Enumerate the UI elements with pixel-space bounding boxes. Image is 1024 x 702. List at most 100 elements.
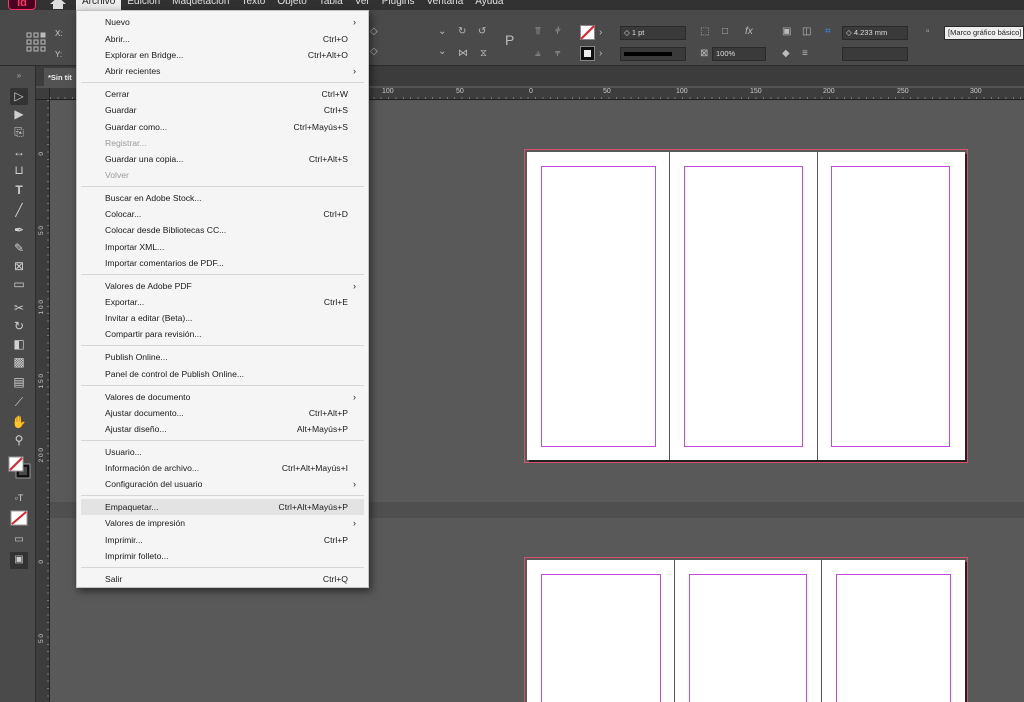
scissors-tool-icon[interactable]: ✂ (10, 300, 28, 317)
fill-swatch-icon[interactable] (580, 25, 595, 40)
menu-item-guardar[interactable]: Guardar Ctrl+S (81, 102, 364, 118)
menu-item-imprimir[interactable]: Imprimir... Ctrl+P (81, 532, 364, 548)
eyedropper-tool-icon[interactable]: ⟋ (10, 394, 28, 411)
color-theme-icon[interactable]: ◆ (782, 48, 790, 60)
stroke-weight-field[interactable]: ◇ 1 pt (620, 26, 686, 40)
align-center-icon[interactable]: ⫩ (555, 26, 561, 38)
menu-item-configuracion-usuario[interactable]: Configuración del usuario › (81, 476, 364, 492)
ruler-origin[interactable] (36, 88, 50, 100)
frame-icon[interactable]: ▫ (926, 26, 930, 38)
menu-item-invitar-editar[interactable]: Invitar a editar (Beta)... (81, 310, 364, 326)
chevron-down-icon[interactable]: ⌄ (438, 46, 446, 58)
menu-item-valores-documento[interactable]: Valores de documento › (81, 389, 364, 405)
apply-none-icon[interactable] (10, 510, 28, 526)
flip-horizontal-icon[interactable]: ⋈ (458, 48, 468, 60)
rectangle-frame-tool-icon[interactable]: ⊠ (10, 258, 28, 275)
frame-fitting-icon[interactable]: ⬚ (700, 26, 709, 38)
rectangle-tool-icon[interactable]: ▭ (10, 276, 28, 293)
formatting-container-icon[interactable]: ▫T (10, 490, 28, 507)
menu-item-guardar-copia[interactable]: Guardar una copia... Ctrl+Alt+S (81, 151, 364, 167)
rectangle-icon[interactable]: □ (722, 26, 728, 38)
frame-option-select[interactable] (842, 47, 908, 61)
effects-icon[interactable]: fx (745, 26, 753, 38)
vertical-ruler[interactable] (36, 100, 50, 702)
distribute-h-icon[interactable]: ⫧ (555, 48, 561, 60)
scale-icon[interactable]: ⊠ (700, 48, 708, 60)
chevron-down-icon[interactable]: ⌄ (438, 26, 446, 38)
chevron-right-icon[interactable]: › (599, 27, 602, 39)
chevron-right-icon[interactable]: › (599, 48, 602, 60)
menu-item-publish-online[interactable]: Publish Online... (81, 349, 364, 365)
pencil-tool-icon[interactable]: ✎ (10, 240, 28, 257)
stroke-type-select[interactable] (620, 47, 686, 61)
stroke-swatch-icon[interactable] (580, 46, 595, 61)
menu-item-cerrar[interactable]: Cerrar Ctrl+W (81, 86, 364, 102)
menu-item-valores-pdf[interactable]: Valores de Adobe PDF › (81, 278, 364, 294)
direct-selection-tool-icon[interactable]: ▶ (10, 106, 28, 123)
document-tab[interactable]: *Sin tít (44, 68, 80, 86)
type-tool-icon[interactable]: T (10, 182, 28, 199)
content-collector-icon[interactable]: ⊔ (10, 162, 28, 179)
menu-item-compartir-revision[interactable]: Compartir para revisión... (81, 326, 364, 342)
menu-item-importar-comentarios[interactable]: Importar comentarios de PDF... (81, 255, 364, 271)
note-tool-icon[interactable]: ▤ (10, 374, 28, 391)
object-style-select[interactable]: [Marco gráfico básico] (944, 26, 1024, 40)
menu-item-ajustar-diseno[interactable]: Ajustar diseño... Alt+Mayús+P (81, 421, 364, 437)
menu-item-colocar-bibliotecas[interactable]: Colocar desde Bibliotecas CC... (81, 222, 364, 238)
menu-item-colocar[interactable]: Colocar... Ctrl+D (81, 206, 364, 222)
rotate-cw-icon[interactable]: ↻ (458, 26, 466, 38)
menu-item-abrir[interactable]: Abrir... Ctrl+O (81, 31, 364, 47)
page-spread-1[interactable] (527, 152, 965, 460)
align-distribute-icon[interactable]: ≡ (802, 48, 808, 60)
selection-tool-icon[interactable]: ▷ (10, 88, 28, 105)
rotate-ccw-icon[interactable]: ↺ (478, 26, 486, 38)
zoom-tool-icon[interactable]: ⚲ (10, 432, 28, 449)
hand-tool-icon[interactable]: ✋ (10, 414, 28, 431)
menu-item-exportar[interactable]: Exportar... Ctrl+E (81, 294, 364, 310)
menu-item-usuario[interactable]: Usuario... (81, 444, 364, 460)
menu-objeto[interactable]: Objeto (271, 0, 312, 10)
menu-item-abrir-recientes[interactable]: Abrir recientes › (81, 63, 364, 79)
menu-ayuda[interactable]: Ayuda (469, 0, 509, 10)
auto-fit-icon[interactable]: ⌗ (825, 26, 831, 38)
menu-item-salir[interactable]: Salir Ctrl+Q (81, 571, 364, 587)
menu-item-importar-xml[interactable]: Importar XML... (81, 239, 364, 255)
menu-archivo[interactable]: Archivo (76, 0, 122, 10)
rotate-field-icon[interactable]: ◇ (370, 46, 378, 58)
menu-item-empaquetar[interactable]: Empaquetar... Ctrl+Alt+Mayús+P (81, 499, 364, 515)
menu-maquetacion[interactable]: Maquetación (166, 0, 235, 10)
distribute-icon[interactable]: ⫨ (535, 48, 541, 60)
page-tool-icon[interactable]: ⎘ (10, 124, 28, 141)
menu-plugins[interactable]: Plugins (376, 0, 421, 10)
gradient-feather-tool-icon[interactable]: ▩ (10, 354, 28, 371)
free-transform-tool-icon[interactable]: ↻ (10, 318, 28, 335)
wrap-around-icon[interactable]: ◫ (802, 26, 811, 38)
menu-item-guardar-como[interactable]: Guardar como... Ctrl+Mayús+S (81, 119, 364, 135)
menu-item-explorar-bridge[interactable]: Explorar en Bridge... Ctrl+Alt+O (81, 47, 364, 63)
pen-tool-icon[interactable]: ✒ (10, 222, 28, 239)
menu-ventana[interactable]: Ventana (421, 0, 470, 10)
reference-point-icon[interactable] (26, 32, 46, 52)
collapse-panel-icon[interactable]: » (10, 68, 28, 85)
menu-tabla[interactable]: Tabla (313, 0, 349, 10)
stepper-icon[interactable]: ◇ (846, 28, 854, 37)
menu-item-buscar-stock[interactable]: Buscar en Adobe Stock... (81, 190, 364, 206)
align-top-icon[interactable]: ⫪ (535, 26, 541, 38)
dimension-field[interactable]: ◇ 4.233 mm (842, 26, 908, 40)
menu-item-imprimir-folleto[interactable]: Imprimir folleto... (81, 548, 364, 564)
text-wrap-icon[interactable]: ▣ (782, 26, 791, 38)
fill-stroke-icon[interactable] (8, 454, 32, 480)
gradient-swatch-tool-icon[interactable]: ◧ (10, 336, 28, 353)
page-spread-2[interactable] (527, 560, 965, 702)
menu-texto[interactable]: Texto (235, 0, 271, 10)
menu-edicion[interactable]: Edición (121, 0, 166, 10)
gap-tool-icon[interactable]: ↔ (10, 144, 28, 161)
shear-icon[interactable]: ◇ (370, 26, 378, 38)
flip-vertical-icon[interactable]: ⧖ (480, 48, 487, 60)
line-tool-icon[interactable]: ╱ (10, 202, 28, 219)
menu-ver[interactable]: Ver (349, 0, 376, 10)
menu-item-panel-publish-online[interactable]: Panel de control de Publish Online... (81, 366, 364, 382)
view-mode-icon[interactable]: ▭ (10, 532, 28, 549)
screen-mode-icon[interactable]: ▣ (10, 552, 28, 569)
scale-field[interactable]: 100% (712, 47, 766, 61)
